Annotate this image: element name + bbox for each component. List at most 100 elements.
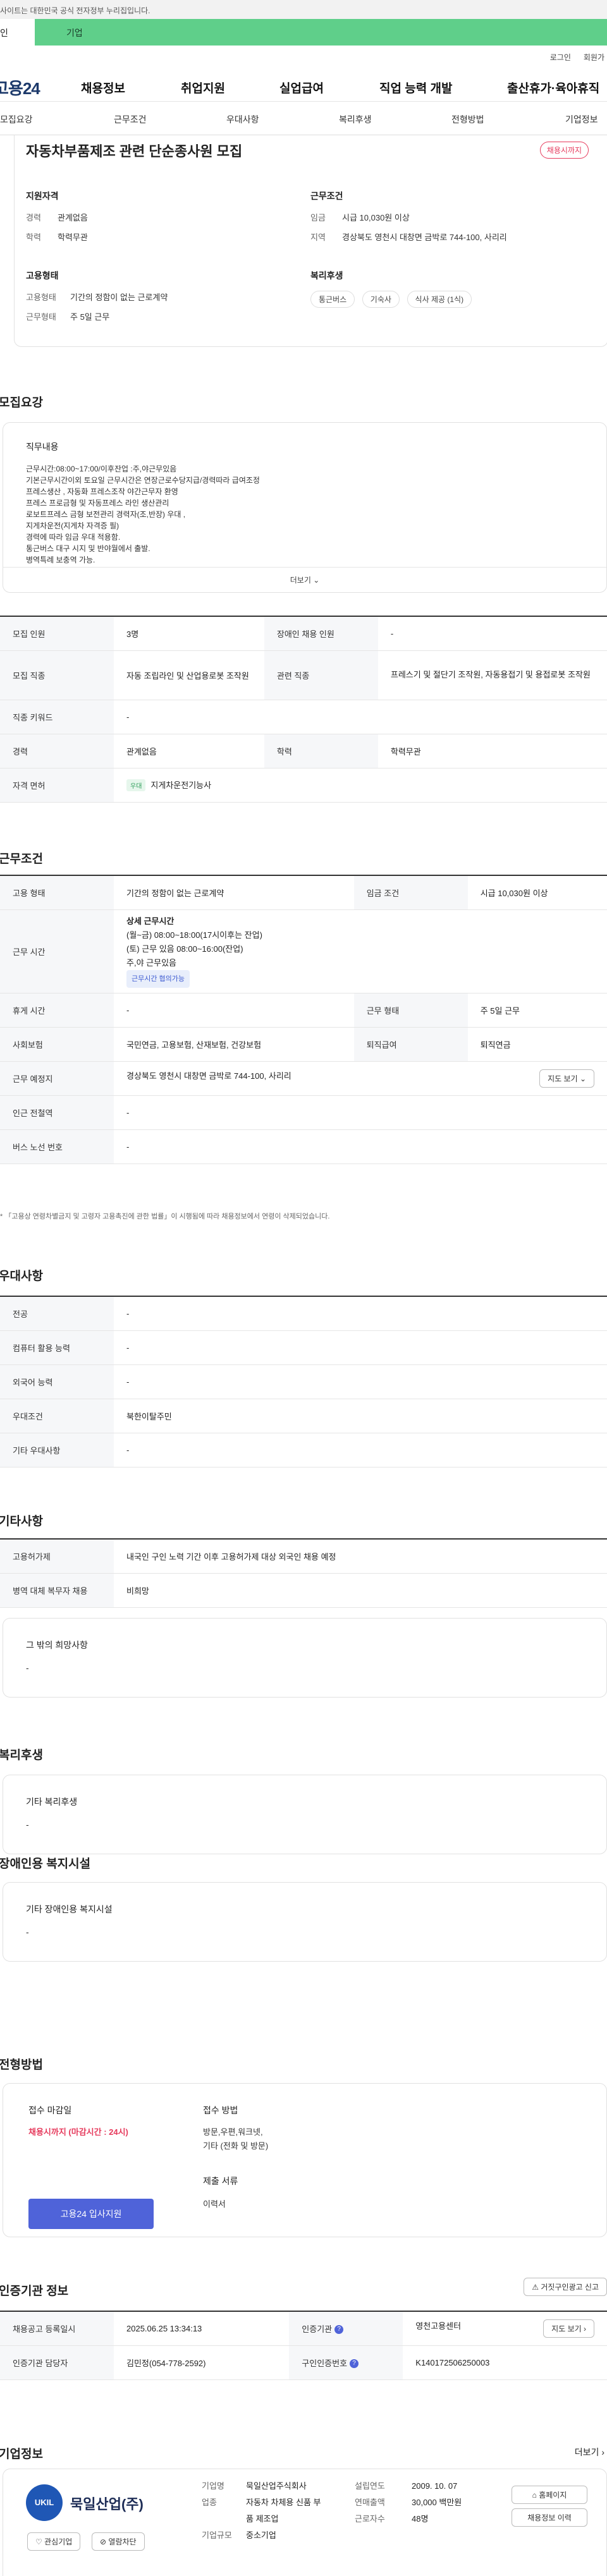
report-false-ad-button[interactable]: ⚠ 거짓구인광고 신고 — [524, 2278, 607, 2296]
join-link[interactable]: 회원가 — [584, 52, 604, 63]
row-label: 버스 노선 번호 — [0, 1129, 114, 1164]
welfare-card-heading: 기타 복리후생 — [26, 1797, 78, 1807]
interest-label: 관심기업 — [44, 2537, 73, 2546]
block-icon: ⊘ — [100, 2537, 107, 2546]
summary-employment: 고용형태 고용형태 기간의 정함이 없는 근로계약 근무형태 주 5일 근무 — [26, 269, 168, 330]
work-table: 고용 형태 기간의 정함이 없는 근로계약 임금 조건 시급 10,030원 이… — [0, 875, 607, 1164]
table-row: 자격 면허 우대 지게차운전기능사 — [0, 768, 607, 803]
subnav-recruit[interactable]: 모집요강 — [0, 113, 33, 126]
status-badge: 채용시까지 — [539, 142, 589, 159]
table-row: 직종 키워드 - — [0, 700, 607, 734]
row-value: - — [114, 1364, 607, 1399]
row-label: 관련 직종 — [264, 650, 378, 700]
homepage-button[interactable]: ⌂ 홈페이지 — [512, 2486, 587, 2504]
table-row: 모집 인원 3명 장애인 채용 인원 - — [0, 616, 607, 651]
table-row: 외국어 능력 - — [0, 1364, 607, 1399]
info-value: 2009. 10. 07 — [412, 2481, 458, 2491]
row-value: 시급 10,030원 이상 — [467, 875, 607, 910]
table-row: 고용 형태 기간의 정함이 없는 근로계약 임금 조건 시급 10,030원 이… — [0, 875, 607, 910]
cert-map-label: 지도 보기 — [551, 2324, 582, 2333]
cert-section-title: 인증기관 정보 — [0, 2285, 69, 2298]
apply-card: 접수 마감일 채용시까지 (마감시간 : 24시) 접수 방법 방문,우편,워크… — [3, 2083, 607, 2237]
deadline-value: 채용시까지 (마감시간 : 24시) — [28, 2127, 128, 2137]
row-value: 국민연금, 고용보험, 산재보험, 건강보험 — [114, 1027, 354, 1062]
help-icon[interactable]: ? — [334, 2325, 344, 2335]
summary-qualification: 지원자격 경력 관계없음 학력 학력무관 — [26, 190, 88, 250]
other-hopes-card: 그 밖의 희망사항 - — [3, 1618, 607, 1698]
table-row: 우대조건 북한이탈주민 — [0, 1399, 607, 1433]
row-label: 인증기관? — [289, 2311, 403, 2346]
row-value: 관계없음 — [114, 734, 264, 769]
row-value: 학력무관 — [377, 734, 607, 769]
subnav-welfare[interactable]: 복리후생 — [339, 113, 372, 126]
welfare-card-value: - — [26, 1820, 29, 1830]
row-value: - — [114, 700, 607, 734]
row-label: 채용공고 등록일시 — [0, 2311, 114, 2346]
table-row: 근무 시간 상세 근무시간 (월~금) 08:00~18:00(17시이후는 잔… — [0, 909, 607, 993]
gnb-item-employment-support[interactable]: 취업지원 — [181, 79, 225, 96]
row-label: 고용 형태 — [0, 875, 114, 910]
global-nav: 고용24 채용정보 취업지원 실업급여 직업 능력 개발 출산휴가·육아휴직 — [0, 68, 607, 101]
row-label: 전공 — [0, 1296, 114, 1331]
site-logo[interactable]: 고용24 — [0, 76, 40, 99]
row-label: 우대조건 — [0, 1399, 114, 1433]
block-view-button[interactable]: ⊘ 열람차단 — [92, 2532, 145, 2551]
qualification-heading: 지원자격 — [26, 191, 59, 201]
cert-map-button[interactable]: 지도 보기 › — [543, 2319, 594, 2338]
gnb-item-skills-development[interactable]: 직업 능력 개발 — [379, 79, 452, 96]
row-value: - — [377, 616, 607, 651]
hours-line: 주,야 근무있음 — [126, 958, 176, 968]
login-link[interactable]: 로그인 — [550, 52, 571, 63]
employment-heading: 고용형태 — [26, 270, 59, 281]
deadline-heading: 접수 마감일 — [28, 2105, 72, 2115]
age-law-note: * 「고용상 연령차별금지 및 고령자 고용촉진에 관한 법률」이 시행됨에 따… — [0, 1213, 330, 1220]
map-button[interactable]: 지도 보기 ⌄ — [539, 1069, 594, 1088]
gnb-item-jobs[interactable]: 채용정보 — [81, 79, 125, 96]
subnav-selection[interactable]: 전형방법 — [451, 113, 484, 126]
row-label: 경력 — [0, 734, 114, 769]
duty-line: 로보트프레스 금형 보전관리 경력자(조,반장) 우대 , — [26, 510, 186, 519]
welfare-pill: 기숙사 — [362, 291, 400, 308]
subnav-preferences[interactable]: 우대사항 — [226, 113, 259, 126]
interest-company-button[interactable]: ♡ 관심기업 — [27, 2532, 81, 2551]
chevron-down-icon: ⌄ — [313, 576, 320, 585]
duty-line: 병역특례 보충역 가능. — [26, 556, 95, 564]
disabled-card-heading: 기타 장애인용 복지시설 — [26, 1904, 113, 1914]
subnav-work-conditions[interactable]: 근무조건 — [114, 113, 147, 126]
recruit-section-title: 모집요강 — [0, 396, 43, 410]
cert-org-label: 인증기관 — [302, 2324, 333, 2334]
company-more-link[interactable]: 더보기 › — [575, 2446, 604, 2458]
row-label: 컴퓨터 활용 능력 — [0, 1330, 114, 1365]
row-value: 김민정(054-778-2592) — [114, 2345, 290, 2380]
tab-person[interactable]: 인 — [0, 19, 35, 46]
age-law-note-text: 「고용상 연령차별금지 및 고령자 고용촉진에 관한 법률」이 시행됨에 따라 … — [4, 1213, 330, 1220]
subnav-company[interactable]: 기업정보 — [565, 113, 598, 126]
gov-notice-bar: 사이트는 대한민국 공식 전자정부 누리집입니다. — [0, 0, 607, 19]
conditions-heading: 근무조건 — [310, 191, 343, 201]
place-value: 경상북도 영천시 대창면 금박로 744-100, 사리리 — [126, 1071, 291, 1081]
chevron-right-icon: › — [584, 2324, 586, 2333]
info-value: 48명 — [412, 2514, 429, 2524]
method-heading: 접수 방법 — [203, 2105, 238, 2115]
info-value: 30,000 백만원 — [412, 2498, 462, 2507]
gnb-item-unemployment-benefit[interactable]: 실업급여 — [279, 79, 324, 96]
gov-notice-text: 사이트는 대한민국 공식 전자정부 누리집입니다. — [0, 6, 150, 15]
table-row: 모집 직종 자동 조립라인 및 산업용로봇 조작원 관련 직종 프레스기 및 절… — [0, 650, 607, 700]
row-value: 프레스기 및 절단기 조작원, 자동용접기 및 용접로봇 조작원 — [377, 650, 607, 700]
pref-table: 전공 - 컴퓨터 활용 능력 - 외국어 능력 - 우대조건 북한이탈주민 기타 우대사… — [0, 1296, 607, 1467]
emptype-label: 고용형태 — [26, 293, 56, 302]
table-row: 인증기관 담당자 김민정(054-778-2592) 구인인증번호? K1401… — [0, 2345, 607, 2380]
table-row: 채용공고 등록일시 2025.06.25 13:34:13 인증기관? 영천고용… — [0, 2311, 607, 2346]
row-label: 기타 우대사항 — [0, 1433, 114, 1467]
row-value: 북한이탈주민 — [114, 1399, 607, 1433]
other-hopes-heading: 그 밖의 희망사항 — [26, 1640, 88, 1650]
tab-business[interactable]: 기업 — [35, 19, 607, 46]
help-icon[interactable]: ? — [350, 2359, 359, 2369]
welfare-pill: 식사 제공 (1식) — [407, 291, 472, 308]
recruit-history-button[interactable]: 채용정보 이력 — [512, 2508, 587, 2527]
gnb-item-parental-leave[interactable]: 출산휴가·육아휴직 — [507, 79, 599, 96]
hours-cell: 상세 근무시간 (월~금) 08:00~18:00(17시이후는 잔업) (토)… — [114, 909, 607, 993]
table-row: 병역 대체 복무자 채용 비희망 — [0, 1573, 607, 1608]
apply-button[interactable]: 고용24 입사지원 — [28, 2199, 154, 2229]
more-button[interactable]: 더보기 ⌄ — [3, 567, 606, 592]
